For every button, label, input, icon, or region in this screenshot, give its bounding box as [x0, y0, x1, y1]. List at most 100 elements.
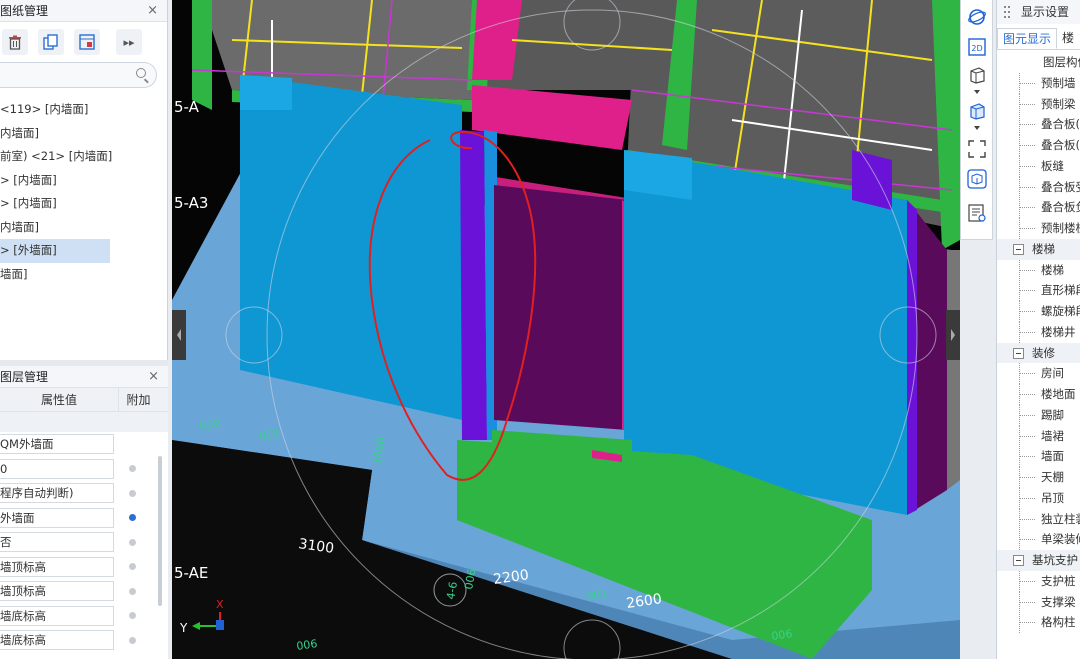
extra-indicator[interactable] [129, 489, 136, 497]
property-value-field[interactable]: 0 [0, 458, 114, 479]
display-tree-top[interactable]: 图层构件 [997, 52, 1080, 73]
display-tree-child[interactable]: 预制墙 [997, 72, 1080, 94]
property-value-field[interactable]: 墙顶标高 [0, 581, 114, 602]
3d-viewport[interactable]: 5-A 5-A3 5-AE 3100 2200 2600 002 001 1000 4-6 006 0… [172, 0, 960, 659]
drawing-tree-item[interactable]: > [外墙面] [0, 239, 110, 263]
axis-label: 5-AE [174, 564, 208, 582]
display-tree-child[interactable]: 支撑梁 [997, 591, 1080, 613]
drawing-tree-item[interactable]: 内墙面] [0, 216, 167, 240]
extra-indicator[interactable] [129, 514, 136, 522]
collapse-icon[interactable] [1013, 347, 1024, 359]
extra-indicator[interactable] [129, 465, 136, 473]
property-value-field[interactable]: 墙顶标高 [0, 556, 114, 577]
property-value-field[interactable]: 墙底标高 [0, 605, 114, 626]
col-header-extra: 附加 [118, 388, 158, 411]
property-value-field[interactable]: QM外墙面 [0, 434, 114, 455]
property-value-field[interactable]: 墙底标高 [0, 630, 114, 651]
display-tree-label: 预制梁 [1041, 96, 1076, 111]
extra-indicator[interactable] [129, 587, 136, 595]
tab-0[interactable]: 图元显示 [997, 28, 1058, 49]
layer-props-icon[interactable] [966, 202, 988, 224]
drawing-manager-title-bar: 图纸管理 × [0, 0, 167, 22]
box-icon[interactable] [966, 100, 988, 122]
extra-indicator[interactable] [129, 612, 136, 620]
display-tree-group[interactable]: 楼梯 [997, 238, 1080, 260]
display-tree-label: 楼梯 [1041, 262, 1064, 277]
search-input[interactable] [0, 62, 157, 88]
display-tree-child[interactable]: 叠合板受 [997, 176, 1080, 198]
display-tree-label: 单梁装修 [1041, 532, 1080, 547]
property-value-field[interactable]: 程序自动判断) [0, 483, 114, 504]
display-settings-panel: 显示设置 图元显示楼 图层构件预制墙预制梁叠合板(叠合板(板缝叠合板受叠合板负预… [996, 0, 1080, 659]
display-settings-title-bar: 显示设置 [997, 0, 1080, 24]
display-tree-child[interactable]: 墙面 [997, 446, 1080, 467]
delete-button[interactable] [2, 29, 28, 55]
view-toolstrip: 2D [960, 0, 993, 240]
display-tree-label: 楼梯井 [1041, 324, 1076, 339]
display-tabs: 图元显示楼 [997, 28, 1080, 50]
cube-icon[interactable] [966, 64, 988, 86]
display-tree-child[interactable]: 楼地面 [997, 384, 1080, 405]
display-tree-group[interactable]: 装修 [997, 342, 1080, 364]
collapse-icon[interactable] [1013, 555, 1024, 566]
display-tree-child[interactable]: 墙裙 [997, 425, 1080, 447]
svg-text:2D: 2D [971, 44, 982, 53]
display-tree-group[interactable]: 基坑支护 [997, 550, 1080, 571]
property-value-field[interactable]: 否 [0, 532, 114, 553]
display-tree-child[interactable]: 螺旋梯段 [997, 301, 1080, 322]
collapse-icon[interactable] [1013, 243, 1024, 255]
scrollbar-thumb[interactable] [158, 456, 162, 606]
display-tree-child[interactable]: 格构柱 [997, 612, 1080, 633]
display-tree-child[interactable]: 吊顶 [997, 487, 1080, 509]
display-tree-child[interactable]: 叠合板( [997, 114, 1080, 135]
more-button[interactable]: ▸▸ [116, 29, 142, 55]
3d-view-icon[interactable] [966, 168, 988, 190]
display-tree-label: 叠合板受 [1041, 179, 1080, 194]
display-tree-label: 天棚 [1041, 470, 1064, 484]
display-tree-child[interactable]: 叠合板负 [997, 197, 1080, 218]
extra-indicator[interactable] [129, 538, 136, 546]
display-tree-label: 螺旋梯段 [1041, 304, 1080, 318]
display-tree-child[interactable]: 天棚 [997, 467, 1080, 488]
display-tree-child[interactable]: 单梁装修 [997, 529, 1080, 550]
axis-x-label: X [216, 598, 224, 611]
display-tree-label: 预制楼梯 [1041, 221, 1080, 235]
display-tree-child[interactable]: 楼梯 [997, 259, 1080, 281]
tab-1[interactable]: 楼 [1057, 28, 1079, 49]
export-button[interactable] [74, 29, 100, 55]
display-tree-label: 吊顶 [1041, 490, 1064, 505]
display-tree-child[interactable]: 支护桩 [997, 570, 1080, 592]
display-tree-child[interactable]: 直形梯段 [997, 280, 1080, 301]
display-tree-child[interactable]: 预制楼梯 [997, 218, 1080, 239]
fullscreen-icon[interactable] [966, 138, 988, 160]
display-tree-child[interactable]: 预制梁 [997, 93, 1080, 115]
drawing-tree-item[interactable]: <119> [内墙面] [0, 98, 167, 122]
display-tree-label: 墙裙 [1041, 428, 1064, 443]
trash-icon [9, 35, 21, 50]
drawing-tree-item[interactable]: 墙面] [0, 263, 167, 287]
copy-button[interactable] [38, 29, 64, 55]
extra-indicator[interactable] [129, 636, 136, 644]
drawing-tree-item[interactable]: 内墙面] [0, 122, 167, 146]
display-tree-child[interactable]: 踢脚 [997, 404, 1080, 426]
property-row: 否 [0, 530, 168, 555]
display-tree: 图层构件预制墙预制梁叠合板(叠合板(板缝叠合板受叠合板负预制楼梯楼梯楼梯直形梯段… [997, 52, 1080, 633]
display-tree-child[interactable]: 楼梯井 [997, 321, 1080, 343]
close-icon[interactable]: × [147, 0, 158, 22]
extra-indicator[interactable] [129, 563, 136, 571]
close-icon[interactable]: × [148, 366, 159, 388]
orbit-icon[interactable] [966, 6, 988, 28]
property-group-row [0, 412, 168, 432]
drawing-tree-item[interactable]: > [内墙面] [0, 192, 167, 216]
drawing-tree-item[interactable]: 前室) <21> [内墙面] [0, 145, 167, 169]
display-tree-child[interactable]: 板缝 [997, 155, 1080, 177]
drawing-tree-item[interactable]: > [内墙面] [0, 169, 167, 193]
display-tree-child[interactable]: 独立柱装 [997, 508, 1080, 530]
display-tree-child[interactable]: 房间 [997, 363, 1080, 384]
2d-icon[interactable]: 2D [966, 36, 988, 58]
drag-handle-icon[interactable] [1004, 6, 1012, 18]
copy-icon [43, 34, 58, 50]
display-tree-child[interactable]: 叠合板( [997, 135, 1080, 156]
property-value-field[interactable]: 外墙面 [0, 507, 114, 528]
layer-manager-title-bar: 图层管理 × [0, 366, 168, 388]
